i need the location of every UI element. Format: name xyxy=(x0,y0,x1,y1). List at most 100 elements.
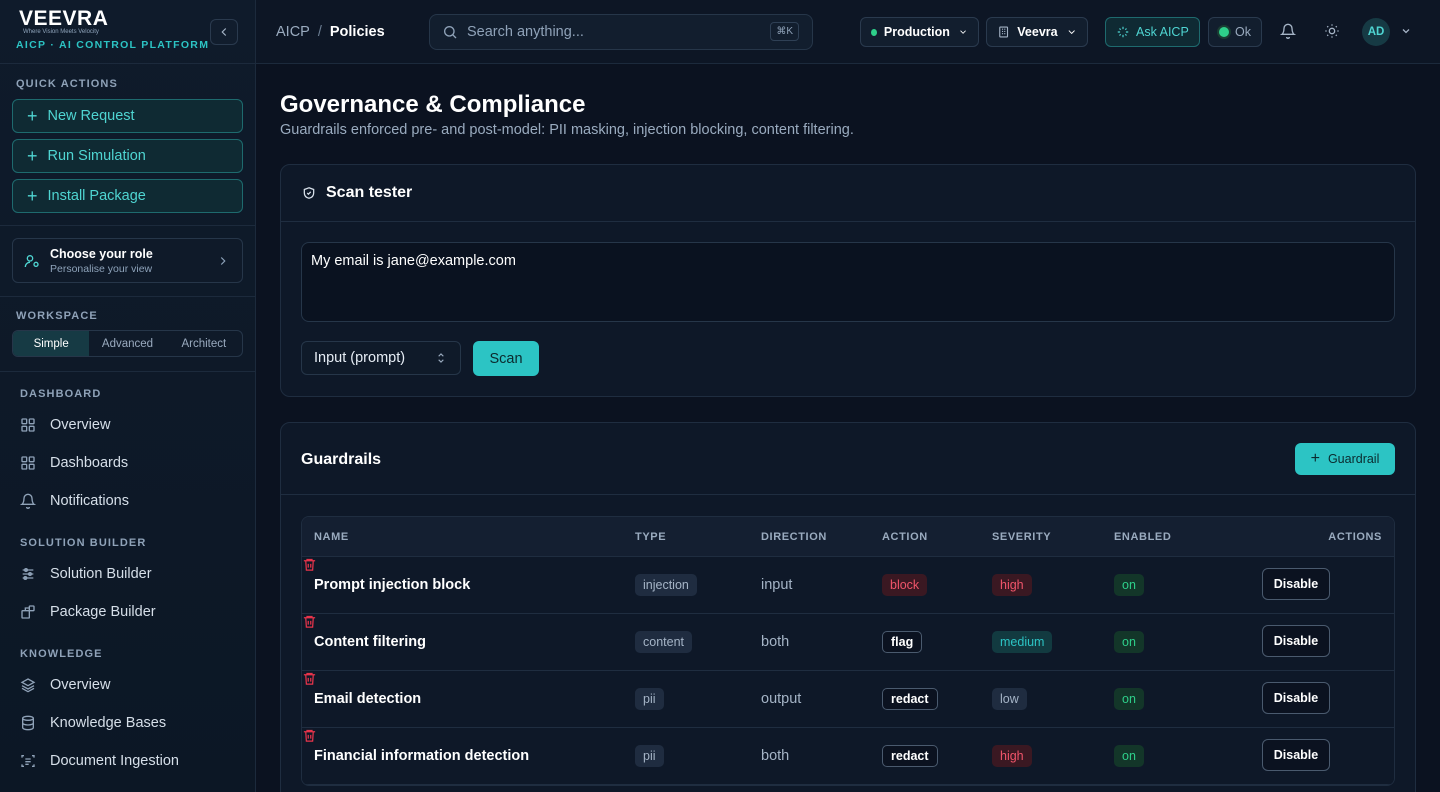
sparkles-icon xyxy=(1117,26,1129,38)
scan-doc-icon xyxy=(21,755,35,767)
divider xyxy=(0,371,255,372)
run-simulation-label: Run Simulation xyxy=(47,148,146,164)
org-select[interactable]: Veevra xyxy=(986,17,1088,47)
column-header[interactable]: SEVERITY xyxy=(992,531,1051,543)
column-header[interactable]: ENABLED xyxy=(1114,531,1171,543)
search-input[interactable]: Search anything... ⌘K xyxy=(429,14,813,50)
nav-item-notifications[interactable]: Notifications xyxy=(20,486,129,516)
nav-item-document-ingestion[interactable]: Document Ingestion xyxy=(20,746,179,776)
disable-button[interactable]: Disable xyxy=(1262,739,1330,771)
choose-role-card[interactable]: Choose your role Personalise your view xyxy=(12,238,243,283)
divider xyxy=(0,225,255,226)
nav-item-label: Notifications xyxy=(50,493,129,509)
role-subtitle: Personalise your view xyxy=(50,262,153,275)
sidebar: VEEVRA Where Vision Meets Velocity AICP … xyxy=(0,0,256,792)
database-icon xyxy=(22,715,34,731)
enabled-badge: on xyxy=(1114,745,1144,767)
status-badge[interactable]: Ok xyxy=(1208,17,1262,47)
status-dot xyxy=(1219,27,1229,37)
plus-icon: + xyxy=(27,106,38,126)
chevron-down-icon xyxy=(960,30,966,34)
column-header[interactable]: ACTION xyxy=(882,531,928,543)
collapse-sidebar-button[interactable] xyxy=(210,19,238,45)
nav-item-knowledge-bases[interactable]: Knowledge Bases xyxy=(20,708,166,738)
direction-value: both xyxy=(761,748,790,764)
disable-button[interactable]: Disable xyxy=(1262,625,1330,657)
add-guardrail-button[interactable]: + Guardrail xyxy=(1295,443,1395,475)
enabled-badge: on xyxy=(1114,574,1144,596)
breadcrumb-root[interactable]: AICP xyxy=(276,24,310,40)
disable-button[interactable]: Disable xyxy=(1262,568,1330,600)
divider xyxy=(0,296,255,297)
guardrails-table: NAME TYPE DIRECTION ACTION SEVERITY ENAB… xyxy=(301,516,1395,786)
disable-button[interactable]: Disable xyxy=(1262,682,1330,714)
scan-input-textarea[interactable]: My email is jane@example.com xyxy=(301,242,1395,322)
workspace-mode-advanced[interactable]: Advanced xyxy=(89,331,165,356)
trash-icon[interactable] xyxy=(302,728,317,743)
plus-icon: + xyxy=(27,146,38,166)
solution-builder-section-label: SOLUTION BUILDER xyxy=(20,537,147,549)
search-shortcut: ⌘K xyxy=(770,22,799,41)
chevron-updown-icon xyxy=(438,353,444,363)
nav-item-label: Dashboards xyxy=(50,455,129,471)
package-icon xyxy=(21,605,35,619)
ask-aicp-label: Ask AICP xyxy=(1136,25,1189,39)
sun-icon[interactable] xyxy=(1324,23,1340,39)
bell-icon[interactable] xyxy=(1280,23,1296,39)
nav-item-label: Solution Builder xyxy=(50,566,152,582)
install-package-label: Install Package xyxy=(47,188,146,204)
chevron-down-icon[interactable] xyxy=(1400,25,1412,37)
type-badge: content xyxy=(635,631,693,653)
type-badge: pii xyxy=(635,688,664,710)
table-row: Email detection pii output redact low on… xyxy=(302,671,1394,728)
breadcrumb: AICP / Policies xyxy=(276,24,385,40)
scan-tester-card: Scan tester My email is jane@example.com… xyxy=(280,164,1416,397)
breadcrumb-current: Policies xyxy=(329,24,385,40)
workspace-mode-architect[interactable]: Architect xyxy=(166,331,242,356)
nav-item-overview[interactable]: Overview xyxy=(20,410,110,440)
install-package-button[interactable]: + Install Package xyxy=(12,179,243,213)
nav-item-package-builder[interactable]: Package Builder xyxy=(20,597,156,627)
nav-item-knowledge-overview[interactable]: Overview xyxy=(20,670,110,700)
type-badge: injection xyxy=(635,574,697,596)
column-header[interactable]: DIRECTION xyxy=(761,531,827,543)
trash-icon[interactable] xyxy=(302,614,317,629)
scan-button[interactable]: Scan xyxy=(473,341,539,376)
direction-select-value: Input (prompt) xyxy=(314,350,406,366)
direction-select[interactable]: Input (prompt) xyxy=(301,341,461,375)
ask-aicp-button[interactable]: Ask AICP xyxy=(1105,17,1200,47)
workspace-mode-simple[interactable]: Simple xyxy=(13,331,90,356)
trash-icon[interactable] xyxy=(302,671,317,686)
enabled-badge: on xyxy=(1114,631,1144,653)
chevron-down-icon xyxy=(1068,30,1075,35)
table-header: NAME TYPE DIRECTION ACTION SEVERITY ENAB… xyxy=(302,517,1394,557)
severity-badge: high xyxy=(992,574,1032,596)
severity-badge: medium xyxy=(992,631,1053,653)
action-badge: flag xyxy=(882,631,923,653)
column-header: ACTIONS xyxy=(1328,531,1382,543)
shield-icon xyxy=(303,187,315,199)
avatar[interactable]: AD xyxy=(1362,18,1390,46)
table-row: Content filtering content both flag medi… xyxy=(302,614,1394,671)
nav-item-dashboards[interactable]: Dashboards xyxy=(20,448,128,478)
scan-tester-title: Scan tester xyxy=(326,184,413,201)
column-header[interactable]: NAME xyxy=(314,531,349,543)
status-label: Ok xyxy=(1235,25,1251,39)
brand-subtitle: AICP · AI CONTROL PLATFORM xyxy=(16,39,210,51)
nav-item-solution-builder[interactable]: Solution Builder xyxy=(20,559,152,589)
grid-icon xyxy=(21,418,35,432)
nav-item-label: Package Builder xyxy=(50,604,156,620)
run-simulation-button[interactable]: + Run Simulation xyxy=(12,139,243,173)
trash-icon[interactable] xyxy=(302,557,317,572)
nav-item-label: Overview xyxy=(50,677,111,693)
action-badge: redact xyxy=(882,688,938,710)
bell-icon xyxy=(20,493,36,509)
direction-value: both xyxy=(761,634,790,650)
brand-logo: VEEVRA xyxy=(19,7,109,30)
direction-value: input xyxy=(761,577,793,593)
environment-select[interactable]: Production xyxy=(860,17,979,47)
column-header[interactable]: TYPE xyxy=(635,531,666,543)
new-request-button[interactable]: + New Request xyxy=(12,99,243,133)
layers-icon xyxy=(20,678,36,693)
search-icon xyxy=(444,26,457,39)
